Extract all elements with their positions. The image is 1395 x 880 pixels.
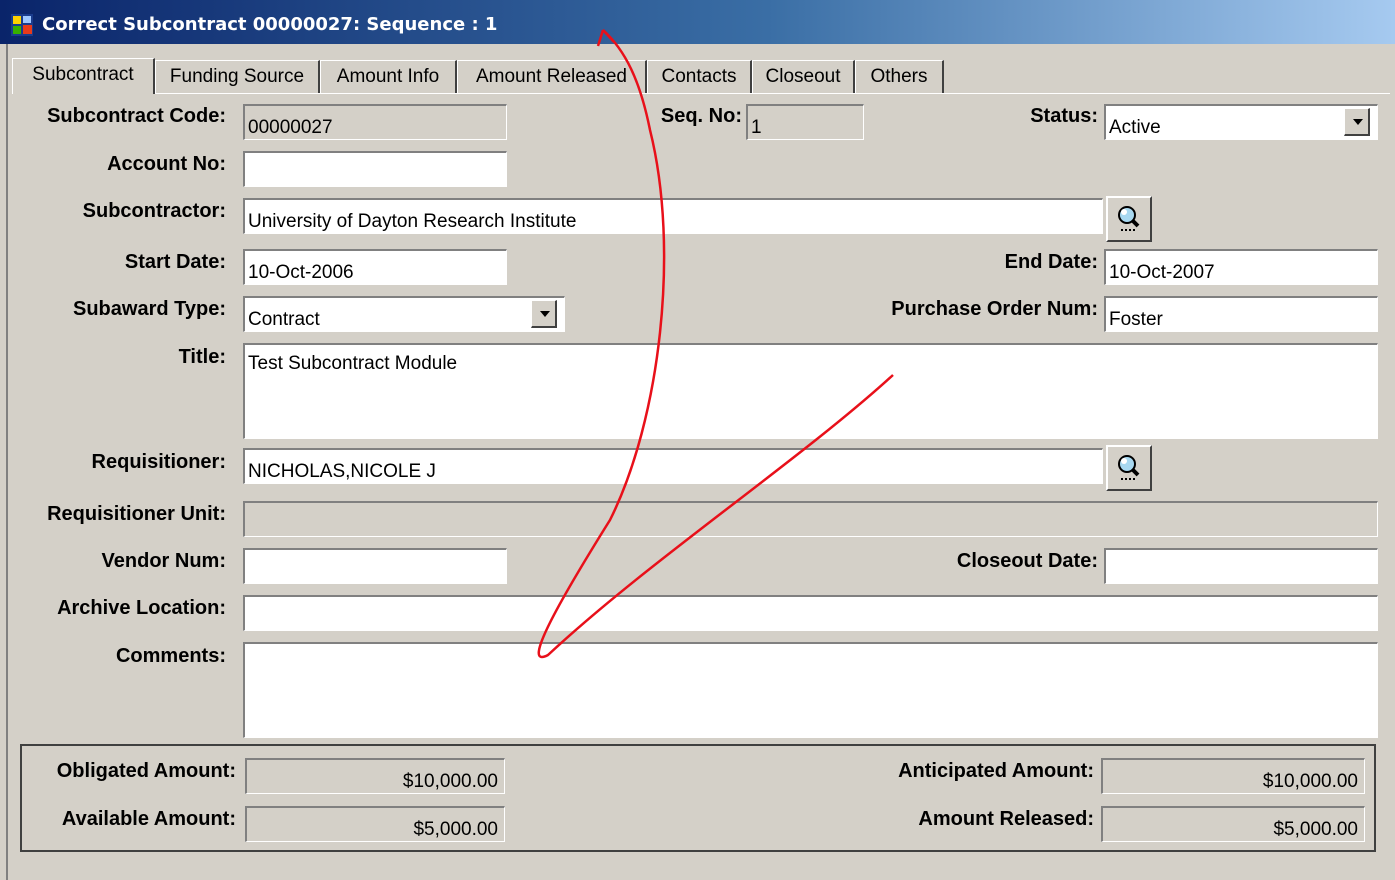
subaward-type-select[interactable]: Contract: [243, 296, 565, 332]
search-magnifier-icon: [1118, 206, 1140, 231]
subcontractor-label: Subcontractor:: [82, 200, 226, 222]
title-textarea[interactable]: Test Subcontract Module: [243, 343, 1378, 439]
tab-label: Subcontract: [32, 64, 134, 85]
vendor-num-field[interactable]: [243, 548, 507, 584]
search-magnifier-icon: [1118, 455, 1140, 480]
closeout-date-label: Closeout Date:: [956, 550, 1098, 572]
tab-closeout[interactable]: Closeout: [752, 60, 855, 93]
status-value: Active: [1109, 117, 1161, 138]
comments-textarea[interactable]: [243, 642, 1378, 738]
title-label: Title:: [178, 346, 226, 368]
available-amount-label: Available Amount:: [61, 808, 236, 830]
requisitioner-unit-label: Requisitioner Unit:: [47, 503, 226, 525]
tab-label: Others: [870, 66, 928, 87]
subcontract-window: Correct Subcontract 00000027: Sequence :…: [0, 0, 1395, 880]
comments-label: Comments:: [115, 645, 226, 667]
tab-others[interactable]: Others: [855, 60, 944, 93]
status-dropdown-button[interactable]: [1344, 108, 1370, 136]
amount-released-label: Amount Released:: [918, 808, 1094, 830]
tab-amount-released[interactable]: Amount Released: [457, 60, 647, 93]
subaward-type-dropdown-button[interactable]: [531, 300, 557, 328]
start-date-label: Start Date:: [124, 251, 226, 273]
purchase-order-num-label: Purchase Order Num:: [891, 298, 1098, 320]
tab-funding-source[interactable]: Funding Source: [155, 60, 320, 93]
subcontractor-field[interactable]: University of Dayton Research Institute: [243, 198, 1103, 234]
end-date-field[interactable]: 10-Oct-2007: [1104, 249, 1378, 285]
window-title: Correct Subcontract 00000027: Sequence :…: [42, 14, 498, 35]
account-no-label: Account No:: [107, 153, 226, 175]
requisitioner-lookup-button[interactable]: [1106, 445, 1152, 491]
archive-location-field[interactable]: [243, 595, 1378, 631]
title-bar[interactable]: Correct Subcontract 00000027: Sequence :…: [0, 0, 1395, 44]
closeout-date-field[interactable]: [1104, 548, 1378, 584]
end-date-label: End Date:: [1004, 251, 1098, 273]
tab-label: Funding Source: [169, 66, 305, 87]
tab-label: Closeout: [765, 66, 841, 87]
seq-no-label: Seq. No:: [660, 105, 742, 127]
obligated-amount-field[interactable]: $10,000.00: [245, 758, 505, 794]
amount-released-field[interactable]: $5,000.00: [1101, 806, 1365, 842]
status-label: Status:: [1030, 105, 1098, 127]
requisitioner-unit-field[interactable]: [243, 501, 1378, 537]
tab-label: Amount Released: [475, 66, 628, 87]
tab-panel-border: [12, 93, 1390, 94]
tab-label: Contacts: [661, 66, 737, 87]
tab-amount-info[interactable]: Amount Info: [320, 60, 457, 93]
requisitioner-label: Requisitioner:: [91, 451, 226, 473]
subaward-type-label: Subaward Type:: [73, 298, 226, 320]
account-no-field[interactable]: [243, 151, 507, 187]
requisitioner-field[interactable]: NICHOLAS,NICOLE J: [243, 448, 1103, 484]
anticipated-amount-label: Anticipated Amount:: [898, 760, 1094, 782]
obligated-amount-label: Obligated Amount:: [56, 760, 236, 782]
subcontract-code-label: Subcontract Code:: [47, 105, 226, 127]
tab-contacts[interactable]: Contacts: [647, 60, 752, 93]
oracle-forms-app-icon: [11, 14, 33, 36]
tab-subcontract[interactable]: Subcontract: [12, 58, 155, 94]
archive-location-label: Archive Location:: [57, 597, 226, 619]
subaward-type-value: Contract: [248, 309, 320, 330]
subcontract-code-field[interactable]: 00000027: [243, 104, 507, 140]
tab-label: Amount Info: [336, 66, 440, 87]
anticipated-amount-field[interactable]: $10,000.00: [1101, 758, 1365, 794]
purchase-order-num-field[interactable]: Foster: [1104, 296, 1378, 332]
available-amount-field[interactable]: $5,000.00: [245, 806, 505, 842]
status-select[interactable]: Active: [1104, 104, 1378, 140]
subcontractor-lookup-button[interactable]: [1106, 196, 1152, 242]
start-date-field[interactable]: 10-Oct-2006: [243, 249, 507, 285]
seq-no-field[interactable]: 1: [746, 104, 864, 140]
vendor-num-label: Vendor Num:: [101, 550, 226, 572]
